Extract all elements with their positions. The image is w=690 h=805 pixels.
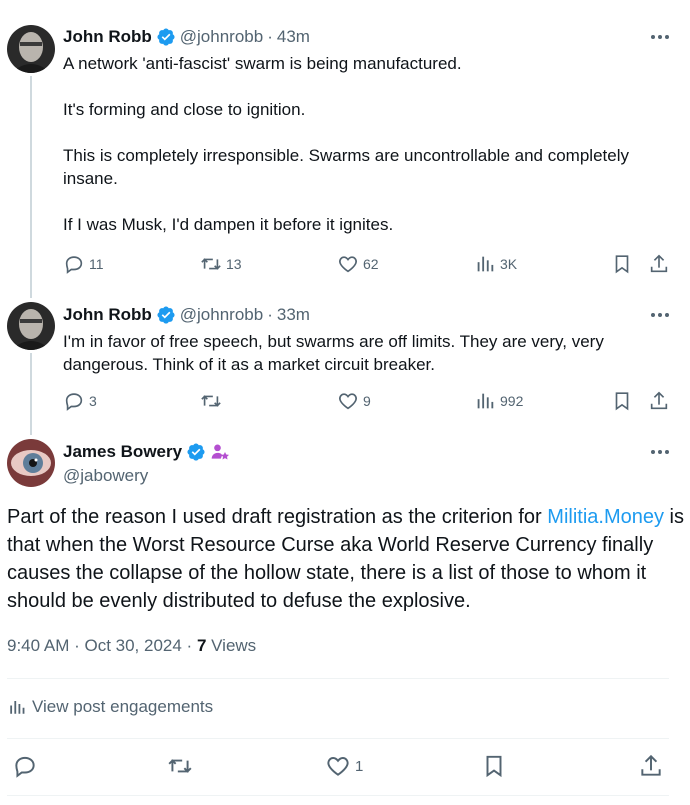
reply-count: 11 — [89, 256, 104, 272]
repost-button[interactable] — [200, 390, 226, 412]
share-icon[interactable] — [638, 753, 664, 779]
divider — [7, 795, 669, 796]
verified-badge-icon — [156, 27, 176, 47]
repost-count: 13 — [226, 256, 242, 272]
thread-connector-line — [30, 76, 32, 298]
heart-icon — [337, 253, 359, 275]
avatar-john-robb[interactable] — [7, 25, 55, 73]
analytics-icon — [8, 698, 26, 716]
bookmark-icon[interactable] — [481, 753, 507, 779]
author-name[interactable]: James Bowery — [63, 442, 182, 462]
author-handle[interactable]: @jabowery — [63, 466, 148, 486]
reply-icon[interactable] — [12, 753, 38, 779]
divider — [7, 738, 669, 739]
views-count: 7 — [196, 636, 207, 655]
tweet-header: John Robb @johnrobb · 43m — [63, 26, 310, 48]
like-count: 62 — [363, 256, 379, 272]
reply-count: 3 — [89, 393, 97, 409]
more-options-icon[interactable] — [651, 35, 669, 39]
separator-dot: · — [267, 27, 273, 46]
tweet-header: John Robb @johnrobb · 33m — [63, 304, 310, 326]
separator-dot: · — [267, 305, 273, 324]
views-icon — [474, 253, 496, 275]
avatar-john-robb[interactable] — [7, 302, 55, 350]
heart-icon — [337, 390, 359, 412]
thread-connector-line — [30, 353, 32, 435]
view-engagements-link[interactable]: View post engagements — [8, 697, 213, 717]
views-count: 3K — [500, 256, 518, 272]
main-post-header: James Bowery — [63, 441, 230, 463]
reply-button[interactable]: 3 — [63, 390, 97, 412]
author-name[interactable]: John Robb — [63, 305, 152, 325]
like-button[interactable]: 62 — [337, 253, 379, 275]
repost-button[interactable]: 13 — [200, 253, 242, 275]
more-options-icon[interactable] — [651, 313, 669, 317]
tweet-text: I'm in favor of free speech, but swarms … — [63, 332, 604, 374]
post-timestamp[interactable]: 9:40 AM · Oct 30, 2024 · — [7, 636, 197, 655]
share-icon[interactable] — [648, 390, 670, 412]
reply-icon — [63, 390, 85, 412]
post-time[interactable]: 43m — [277, 27, 310, 47]
like-count: 1 — [355, 757, 364, 775]
verified-badge-icon — [186, 442, 206, 462]
views-button[interactable]: 992 — [474, 390, 523, 412]
like-count: 9 — [363, 393, 371, 409]
verified-badge-icon — [156, 305, 176, 325]
repost-icon — [200, 253, 222, 275]
avatar-james-bowery[interactable] — [7, 439, 55, 487]
bookmark-icon[interactable] — [611, 253, 633, 275]
reply-button[interactable]: 11 — [63, 253, 104, 275]
militia-money-link[interactable]: Militia.Money — [547, 506, 664, 528]
post-text-before-link: Part of the reason I used draft registra… — [7, 506, 548, 528]
post-metadata: 9:40 AM · Oct 30, 2024 · 7 Views — [7, 636, 256, 656]
like-button[interactable]: 9 — [337, 390, 371, 412]
view-engagements-label: View post engagements — [32, 697, 214, 716]
more-options-icon[interactable] — [651, 450, 669, 454]
divider — [7, 678, 669, 679]
heart-icon — [325, 753, 351, 779]
repost-icon[interactable] — [167, 753, 193, 779]
author-name[interactable]: John Robb — [63, 27, 152, 47]
like-button[interactable]: 1 — [325, 753, 363, 779]
views-button[interactable]: 3K — [474, 253, 517, 275]
views-count: 992 — [500, 393, 524, 409]
author-handle[interactable]: @johnrobb — [180, 27, 263, 47]
share-icon[interactable] — [648, 253, 670, 275]
bookmark-icon[interactable] — [611, 390, 633, 412]
subscriber-badge-icon — [210, 442, 230, 462]
views-icon — [474, 390, 496, 412]
reply-icon — [63, 253, 85, 275]
author-handle[interactable]: @johnrobb — [180, 305, 263, 325]
main-post-text: Part of the reason I used draft registra… — [7, 503, 687, 615]
views-label: Views — [206, 636, 257, 655]
tweet-text: A network 'anti-fascist' swarm is being … — [63, 54, 629, 234]
repost-icon — [200, 390, 222, 412]
post-time[interactable]: 33m — [277, 305, 310, 325]
